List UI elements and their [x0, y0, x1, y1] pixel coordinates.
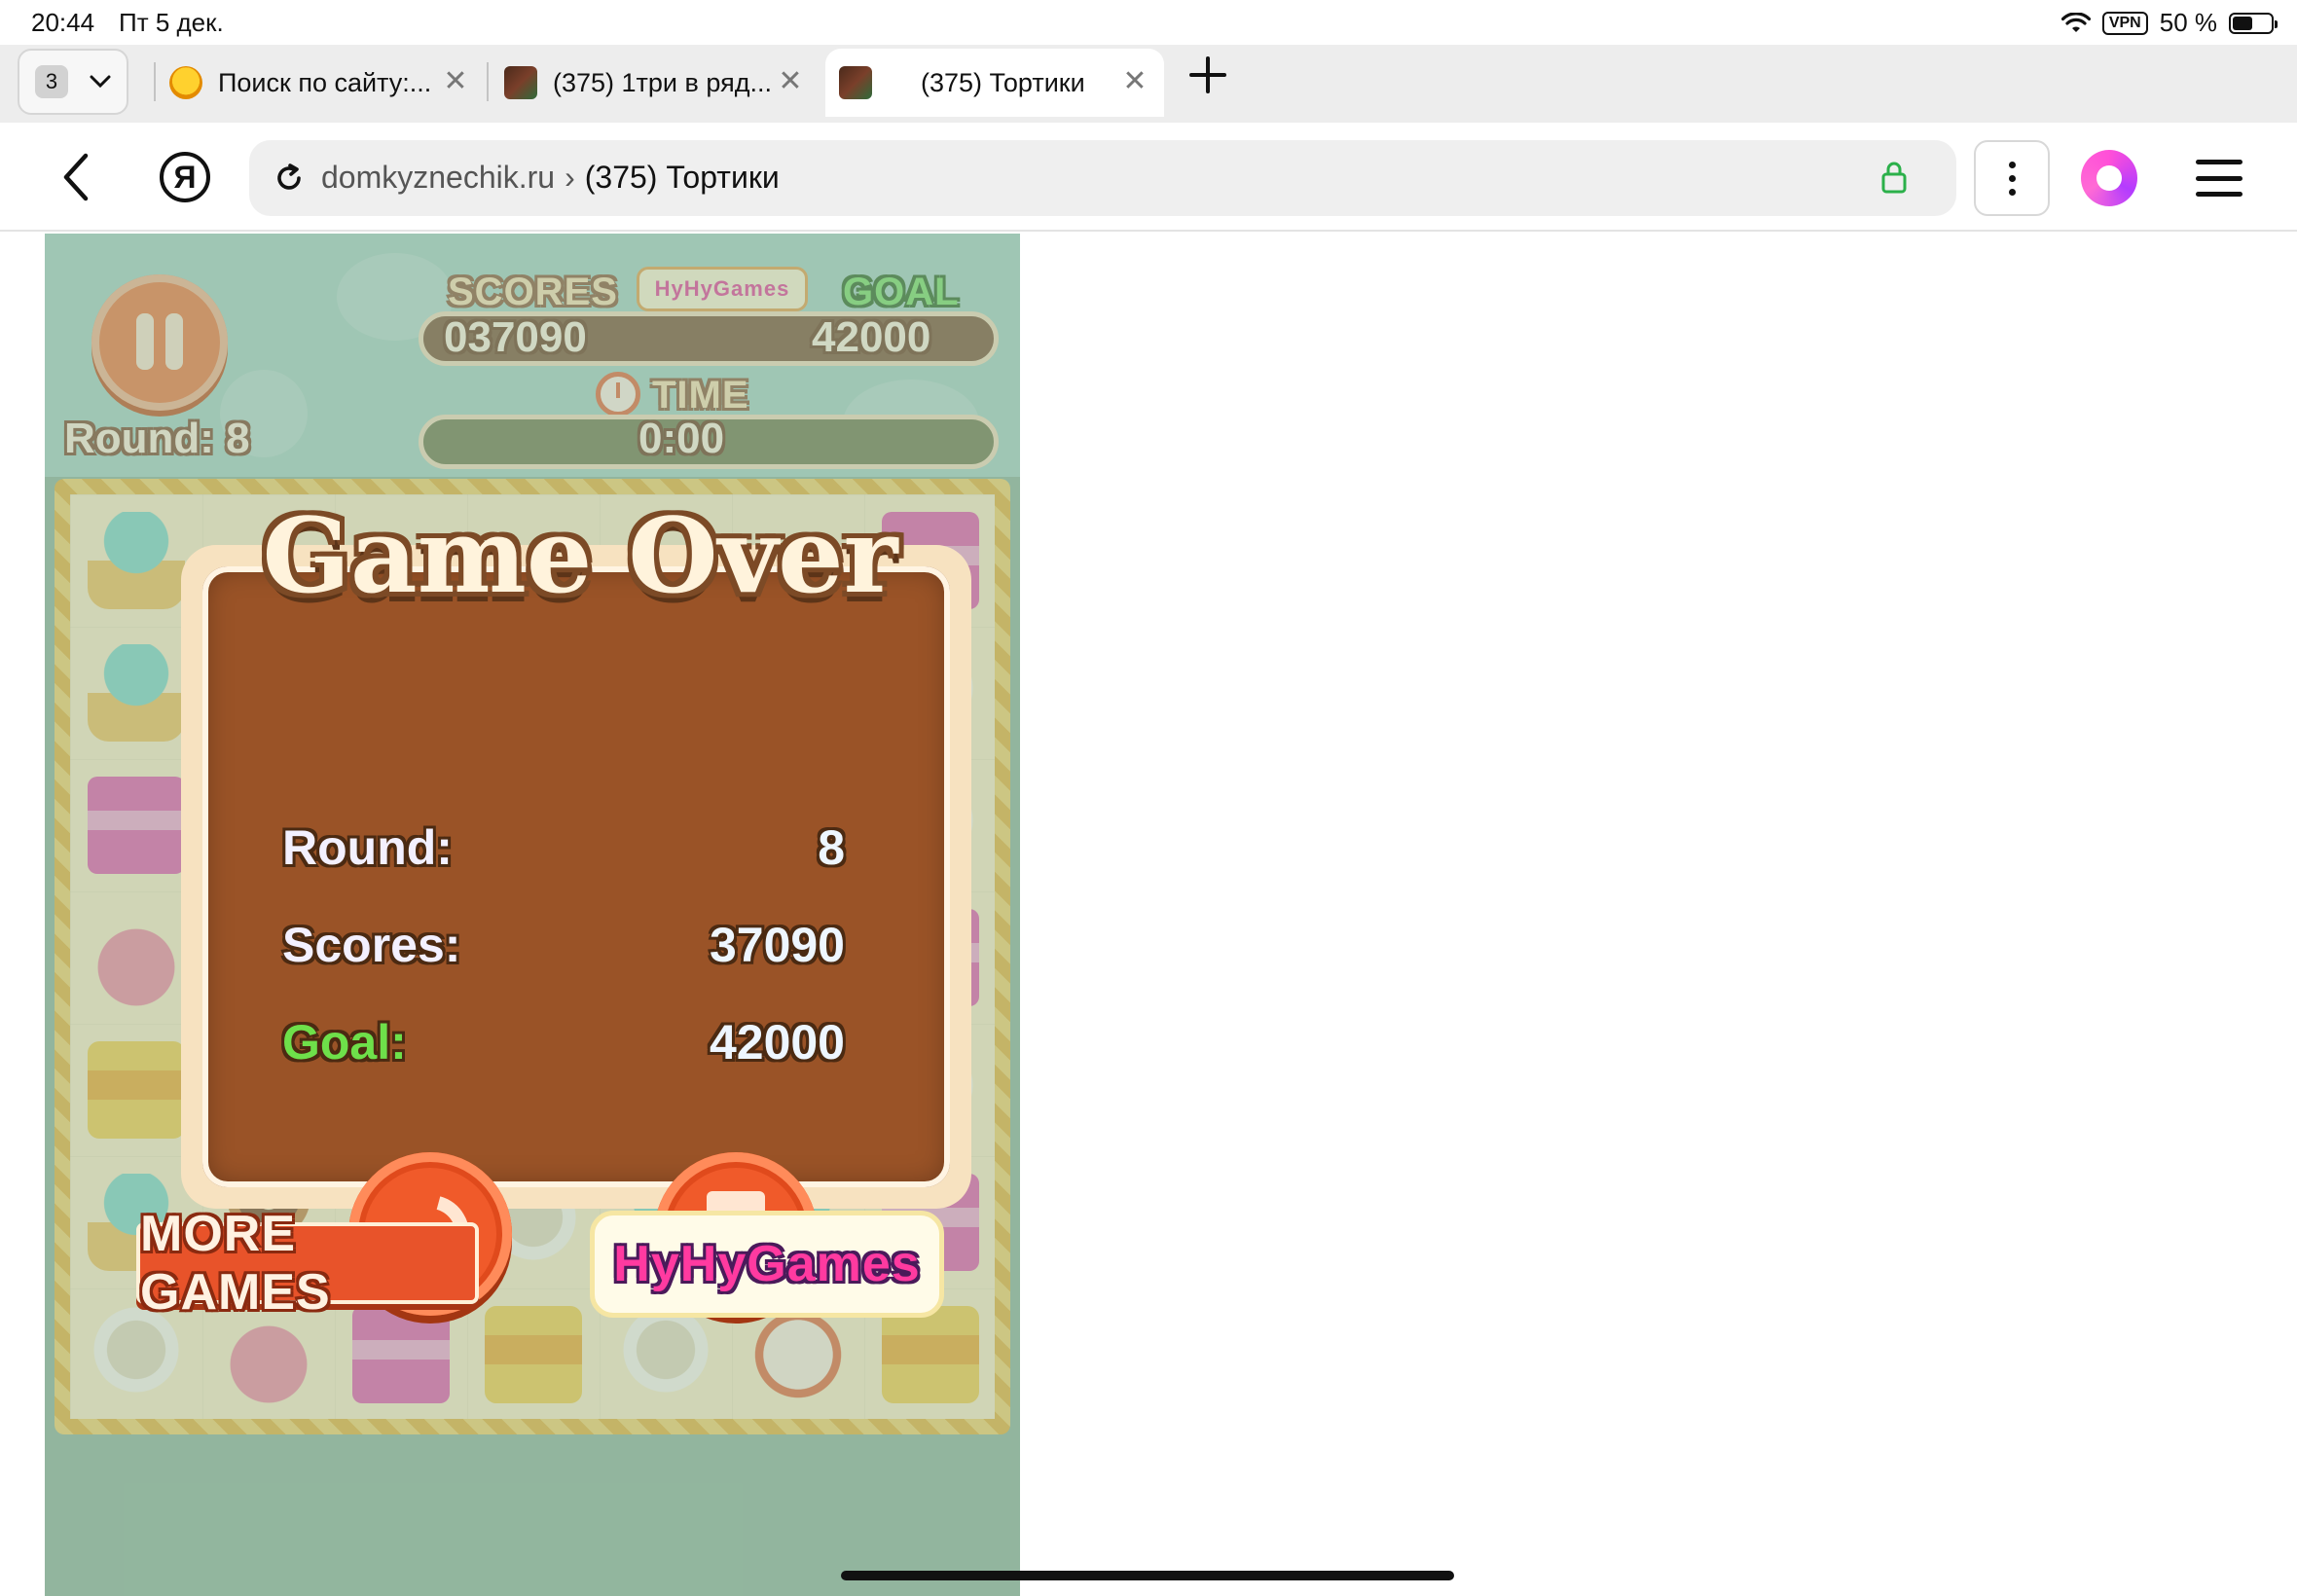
- time-value: 0:00: [638, 415, 725, 462]
- chevron-left-icon: [63, 153, 89, 201]
- reload-icon[interactable]: [273, 162, 306, 195]
- cake-tile[interactable]: [88, 777, 185, 874]
- more-vertical-icon: [2008, 161, 2016, 168]
- wifi-icon: [2060, 12, 2091, 32]
- dialog-inner: [202, 566, 950, 1187]
- scores-stat-label: Scores:: [282, 918, 461, 972]
- address-page-title: (375) Тортики: [584, 160, 780, 195]
- tab-switcher-button[interactable]: 3: [18, 49, 128, 115]
- tab-tortiki[interactable]: (375) Тортики ✕: [825, 49, 1164, 117]
- close-tab-icon[interactable]: ✕: [775, 66, 806, 97]
- close-tab-icon[interactable]: ✕: [1119, 66, 1150, 97]
- duck-favicon-icon: [169, 66, 202, 99]
- goal-stat-label: Goal:: [282, 1015, 407, 1070]
- cake-favicon-icon: [839, 66, 872, 99]
- navigation-bar: Я domkyznechik.ru › (375) Тортики: [0, 123, 2297, 232]
- address-separator: ›: [565, 160, 575, 195]
- battery-percent: 50 %: [2159, 8, 2217, 37]
- yandex-home-button[interactable]: Я: [160, 152, 210, 202]
- lock-icon[interactable]: [1880, 160, 1908, 195]
- goal-title: GOAL: [843, 271, 960, 313]
- round-stat-label: Round:: [282, 820, 453, 875]
- tab-divider: [487, 62, 489, 101]
- status-time: 20:44: [31, 8, 95, 37]
- page-menu-button[interactable]: [1974, 140, 2050, 216]
- goal-value: 42000: [812, 313, 931, 361]
- chevron-down-icon: [90, 75, 111, 89]
- pause-button[interactable]: [91, 274, 228, 411]
- round-stat-value: 8: [818, 820, 845, 875]
- game-over-title: Game Over: [262, 494, 898, 616]
- address-domain: domkyznechik.ru: [321, 160, 556, 195]
- scores-title: SCORES: [448, 271, 618, 313]
- hyhygames-logo-large[interactable]: HyHyGames: [590, 1211, 944, 1318]
- tab-count: 3: [35, 65, 68, 98]
- vpn-badge: VPN: [2101, 11, 2148, 35]
- scores-stat-value: 37090: [709, 918, 845, 972]
- orange-cake-tile[interactable]: [88, 1041, 185, 1139]
- status-bar: 20:44 Пт 5 дек. VPN 50 %: [0, 0, 2297, 45]
- new-tab-button[interactable]: [1184, 54, 1232, 103]
- tab-title: Поиск по сайту:...: [218, 67, 432, 97]
- jelly-tile[interactable]: [88, 909, 185, 1006]
- status-date: Пт 5 дек.: [119, 8, 224, 37]
- clock-icon: [596, 372, 640, 417]
- battery-icon: [2229, 12, 2278, 34]
- close-tab-icon[interactable]: ✕: [440, 66, 471, 97]
- cupcake-tile[interactable]: [88, 644, 185, 742]
- dialog-panel: [181, 545, 971, 1209]
- address-text[interactable]: domkyznechik.ru › (375) Тортики: [321, 160, 780, 196]
- tab-title: (375) Тортики: [921, 67, 1085, 97]
- tab-strip: 3 Поиск по сайту:... ✕ (375) 1три в ряд.…: [0, 45, 2297, 123]
- goal-stat-value: 42000: [709, 1015, 845, 1070]
- back-button[interactable]: [56, 152, 99, 202]
- tab-match3[interactable]: (375) 1три в ряд... ✕: [491, 49, 820, 117]
- status-right: VPN 50 %: [2060, 8, 2278, 38]
- home-indicator[interactable]: [841, 1571, 1454, 1580]
- hamburger-menu-icon[interactable]: [2196, 160, 2242, 197]
- alice-assistant-icon[interactable]: [2081, 150, 2137, 206]
- round-label: Round: 8: [64, 415, 250, 462]
- address-bar[interactable]: domkyznechik.ru › (375) Тортики: [249, 140, 1956, 216]
- hyhygames-logo-small[interactable]: HyHyGames: [637, 267, 808, 311]
- cake-favicon-icon: [504, 66, 537, 99]
- score-value: 037090: [444, 313, 587, 361]
- tab-search[interactable]: Поиск по сайту:... ✕: [156, 49, 485, 117]
- plus-icon: [1189, 56, 1226, 93]
- game-canvas[interactable]: Round: 8 SCORES HyHyGames GOAL 037090 42…: [45, 234, 1020, 1596]
- tab-title: (375) 1три в ряд...: [553, 67, 772, 97]
- yandex-logo-icon: Я: [173, 159, 197, 195]
- time-title: TIME: [652, 374, 749, 417]
- cupcake-tile[interactable]: [88, 512, 185, 609]
- more-games-button[interactable]: MORE GAMES: [136, 1206, 479, 1321]
